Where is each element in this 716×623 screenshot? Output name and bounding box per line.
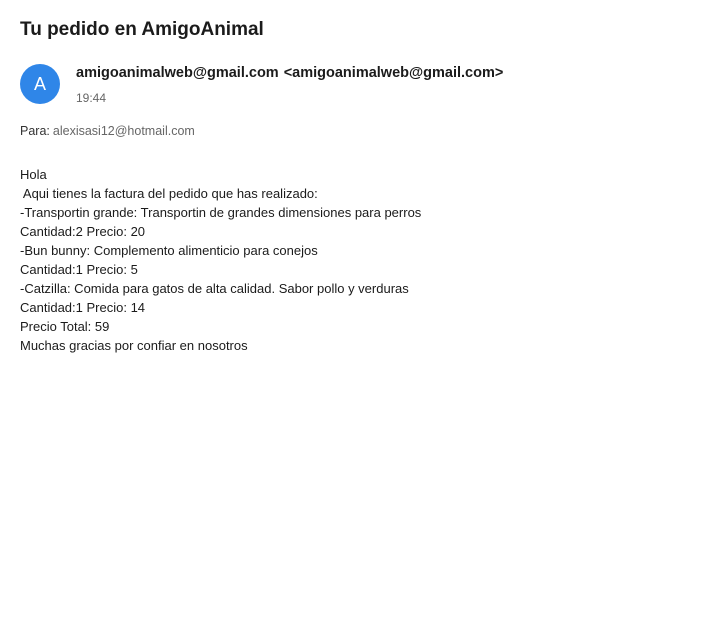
body-line-thanks: Muchas gracias por confiar en nosotros <box>20 338 248 353</box>
body-line-item-1-qty: Cantidad:2 Precio: 20 <box>20 224 146 239</box>
sender-avatar: A <box>20 64 60 104</box>
sender-address[interactable]: <amigoanimalweb@gmail.com> <box>284 65 504 81</box>
sender-name[interactable]: amigoanimalweb@gmail.com <box>76 65 279 81</box>
body-line-item-1: -Transportin grande: Transportin de gran… <box>20 205 422 220</box>
body-line-item-3: -Catzilla: Comida para gatos de alta cal… <box>20 281 409 296</box>
sender-line: amigoanimalweb@gmail.com <amigoanimalweb@… <box>76 65 503 81</box>
body-line-greeting: Hola <box>20 167 47 182</box>
body-line-item-2: -Bun bunny: Complemento alimenticio para… <box>20 243 318 258</box>
body-line-intro: Aqui tienes la factura del pedido que ha… <box>20 186 318 201</box>
email-subject: Tu pedido en AmigoAnimal <box>20 19 264 40</box>
recipient-label: Para: <box>20 124 50 138</box>
email-time: 19:44 <box>76 91 107 105</box>
body-line-total: Precio Total: 59 <box>20 319 110 334</box>
email-body: Hola Aqui tienes la factura del pedido q… <box>20 165 421 355</box>
body-line-item-2-qty: Cantidad:1 Precio: 5 <box>20 262 138 277</box>
recipient-line: Para: alexisasi12@hotmail.com <box>20 124 195 138</box>
body-line-item-3-qty: Cantidad:1 Precio: 14 <box>20 300 146 315</box>
recipient-address[interactable]: alexisasi12@hotmail.com <box>53 124 195 138</box>
